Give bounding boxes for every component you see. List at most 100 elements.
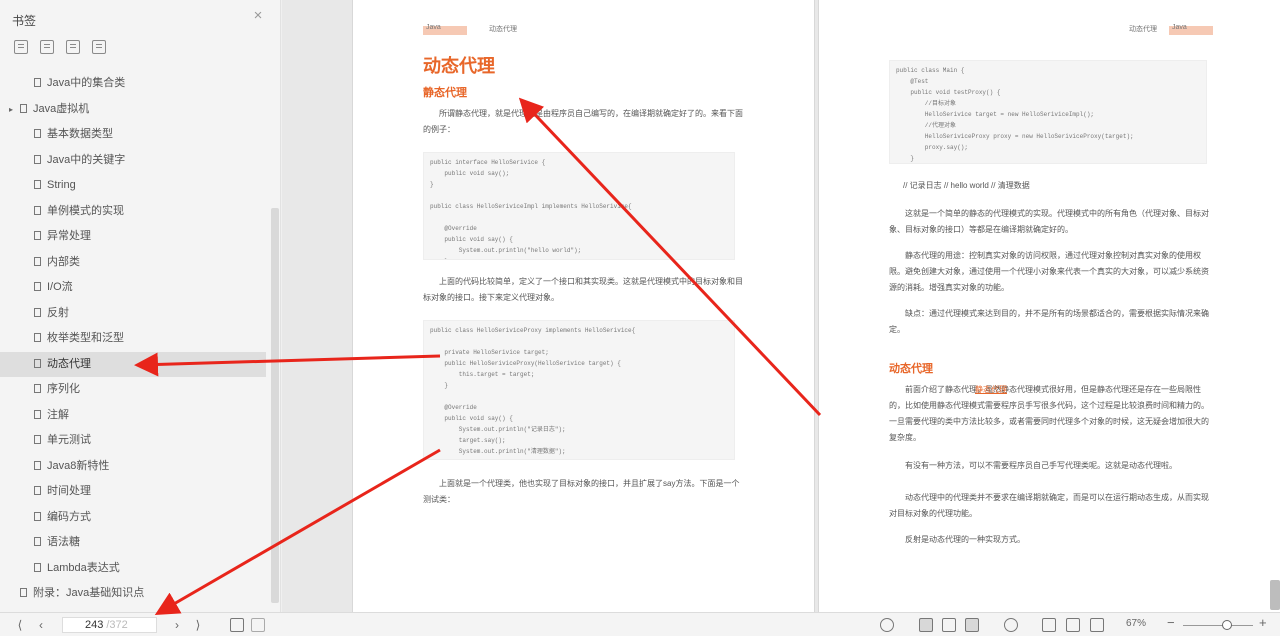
bookmark-item[interactable]: ▸ Java虚拟机 [0,97,270,123]
bookmark-item[interactable]: 单例模式的实现 [0,199,270,225]
bookmark-item[interactable]: Lambda表达式 [0,556,270,582]
bookmark-item[interactable]: 语法糖 [0,530,270,556]
code-block: public class Main { @Test public void te… [889,60,1207,164]
bookmark-page-icon [34,486,41,495]
expand-caret-icon[interactable]: ▸ [9,97,13,123]
bookmark-item[interactable]: 反射 [0,301,270,327]
add-bookmark-icon[interactable] [66,40,80,54]
thumbnail-icon[interactable] [40,40,54,54]
bookmark-label: 单例模式的实现 [47,204,124,217]
bookmark-item[interactable]: 异常处理 [0,224,270,250]
page-left: Java 动态代理 动态代理 静态代理 所谓静态代理，就是代理类是由程序员自己编… [352,0,815,612]
sidebar-scrollbar[interactable] [271,208,279,603]
first-page-button[interactable]: ⟨ [12,617,28,633]
paragraph: 静态代理的用途：控制真实对象的访问权限，通过代理对象控制对真实对象的使用权限。避… [889,251,1209,292]
subsection-title: 动态代理 [889,363,933,375]
bookmark-item[interactable]: 附录：Java基础知识点 [0,581,270,607]
bookmark-page-icon [34,129,41,138]
bookmark-page-icon [34,256,41,266]
bookmark-page-icon [34,562,41,572]
bookmark-item[interactable]: 内部类 [0,250,270,276]
bookmark-toggle-icon[interactable] [1090,618,1104,632]
pdf-reader-window: 书签 × Java中的集合类 ▸ Java虚拟机 基本数据类型 Java中的关键字… [0,0,1280,636]
zoom-slider-knob[interactable] [1222,620,1232,630]
paragraph: 上面就是一个代理类，他也实现了目标对象的接口，并且扩展了say方法。下面是一个测… [423,479,740,504]
sidebar-title: 书签 [12,14,37,28]
bookmark-page-icon [34,231,41,240]
bookmark-item[interactable]: 枚举类型和泛型 [0,326,270,352]
bookmark-label: Java中的集合类 [47,77,126,89]
bookmark-item[interactable]: Java中的集合类 [0,71,270,97]
bookmark-label: 基本数据类型 [47,128,113,140]
bookmark-page-icon [34,358,41,368]
page-header: 动态代理 [1129,26,1157,33]
close-icon[interactable]: × [250,8,266,24]
sidebar-toolbar [14,40,106,54]
bookmark-item[interactable]: Java中的关键字 [0,148,270,174]
bookmark-item[interactable]: 编码方式 [0,505,270,531]
bookmark-label: 语法糖 [47,536,80,548]
document-scrollbar[interactable] [1270,580,1280,610]
play-icon[interactable] [1004,618,1018,632]
bookmark-page-icon [34,78,41,87]
last-page-button[interactable]: ⟩ [190,617,206,633]
bookmark-label: 异常处理 [47,230,91,242]
fit-icon[interactable] [251,618,265,632]
bookmark-label: Java8新特性 [47,459,110,472]
bookmark-label: String [47,179,76,191]
page-number-input[interactable]: 243/372 [62,617,157,633]
bookmark-page-icon [34,537,41,546]
next-page-button[interactable]: › [170,617,184,633]
static-proxy-link[interactable]: 静态代理 [975,382,1007,398]
header-tag-text: Java [1172,24,1187,31]
paragraph: 前面介绍了静态代理，虽然静态代理模式很好用，但是静态代理还是存在一些局限性的，比… [889,385,1209,442]
bookmark-item-active[interactable]: 动态代理 [0,351,266,377]
bookmark-page-icon [34,435,41,444]
rotate-icon[interactable] [230,618,244,632]
bookmark-item[interactable]: String [0,173,270,199]
bookmark-item[interactable]: 时间处理 [0,479,270,505]
page-current: 243 [85,619,104,631]
delete-bookmark-icon[interactable] [92,40,106,54]
grid-icon[interactable] [1042,618,1056,632]
eye-icon[interactable] [880,618,894,632]
zoom-level[interactable]: 67% [1126,618,1146,629]
paragraph: 缺点：通过代理模式来达到目的，并不是所有的场景都适合的，需要根据实际情况来确定。 [889,309,1209,334]
bookmark-item[interactable]: 单元测试 [0,428,270,454]
bookmark-label: 编码方式 [47,510,91,523]
bookmark-label: 序列化 [47,383,80,395]
bookmark-item[interactable]: I/O流 [0,275,270,301]
crop-icon[interactable] [1066,618,1080,632]
bookmark-label: 单元测试 [47,434,91,446]
zoom-in-button[interactable]: + [1259,615,1267,630]
bookmark-page-icon [34,384,41,393]
bookmark-page-icon [34,409,41,419]
paragraph: 动态代理中的代理类并不要求在编译期就确定，而是可以在运行期动态生成，从而实现对目… [889,493,1209,518]
bookmark-page-icon [20,588,27,597]
prev-page-button[interactable]: ‹ [34,617,48,633]
bookmark-page-icon [34,180,41,189]
double-page-icon[interactable] [965,618,979,632]
bookmark-page-icon [20,103,27,113]
bookmark-page-icon [34,333,41,342]
bookmark-page-icon [34,460,41,470]
bookmark-label: Java虚拟机 [33,102,90,115]
bookmark-icon[interactable] [14,40,28,54]
bookmark-page-icon [34,307,41,317]
page-header: 动态代理 [489,26,517,33]
bookmark-label: 枚举类型和泛型 [47,332,124,344]
bookmark-label: Lambda表达式 [47,561,120,574]
bookmark-item[interactable]: Java8新特性 [0,454,270,480]
continuous-page-icon[interactable] [942,618,956,632]
bookmark-item[interactable]: 序列化 [0,377,270,403]
bookmark-label: 时间处理 [47,485,91,497]
single-page-icon[interactable] [919,618,933,632]
paragraph: 所谓静态代理，就是代理类是由程序员自己编写的，在编译期就确定好了的。来看下面的例… [423,109,743,134]
zoom-slider-track[interactable] [1183,625,1253,626]
zoom-out-button[interactable]: − [1167,615,1175,630]
header-tag-text: Java [426,24,441,31]
bookmark-item[interactable]: 注解 [0,403,270,429]
bookmark-item[interactable]: 基本数据类型 [0,122,270,148]
bookmark-page-icon [34,205,41,215]
bookmark-page-icon [34,511,41,521]
